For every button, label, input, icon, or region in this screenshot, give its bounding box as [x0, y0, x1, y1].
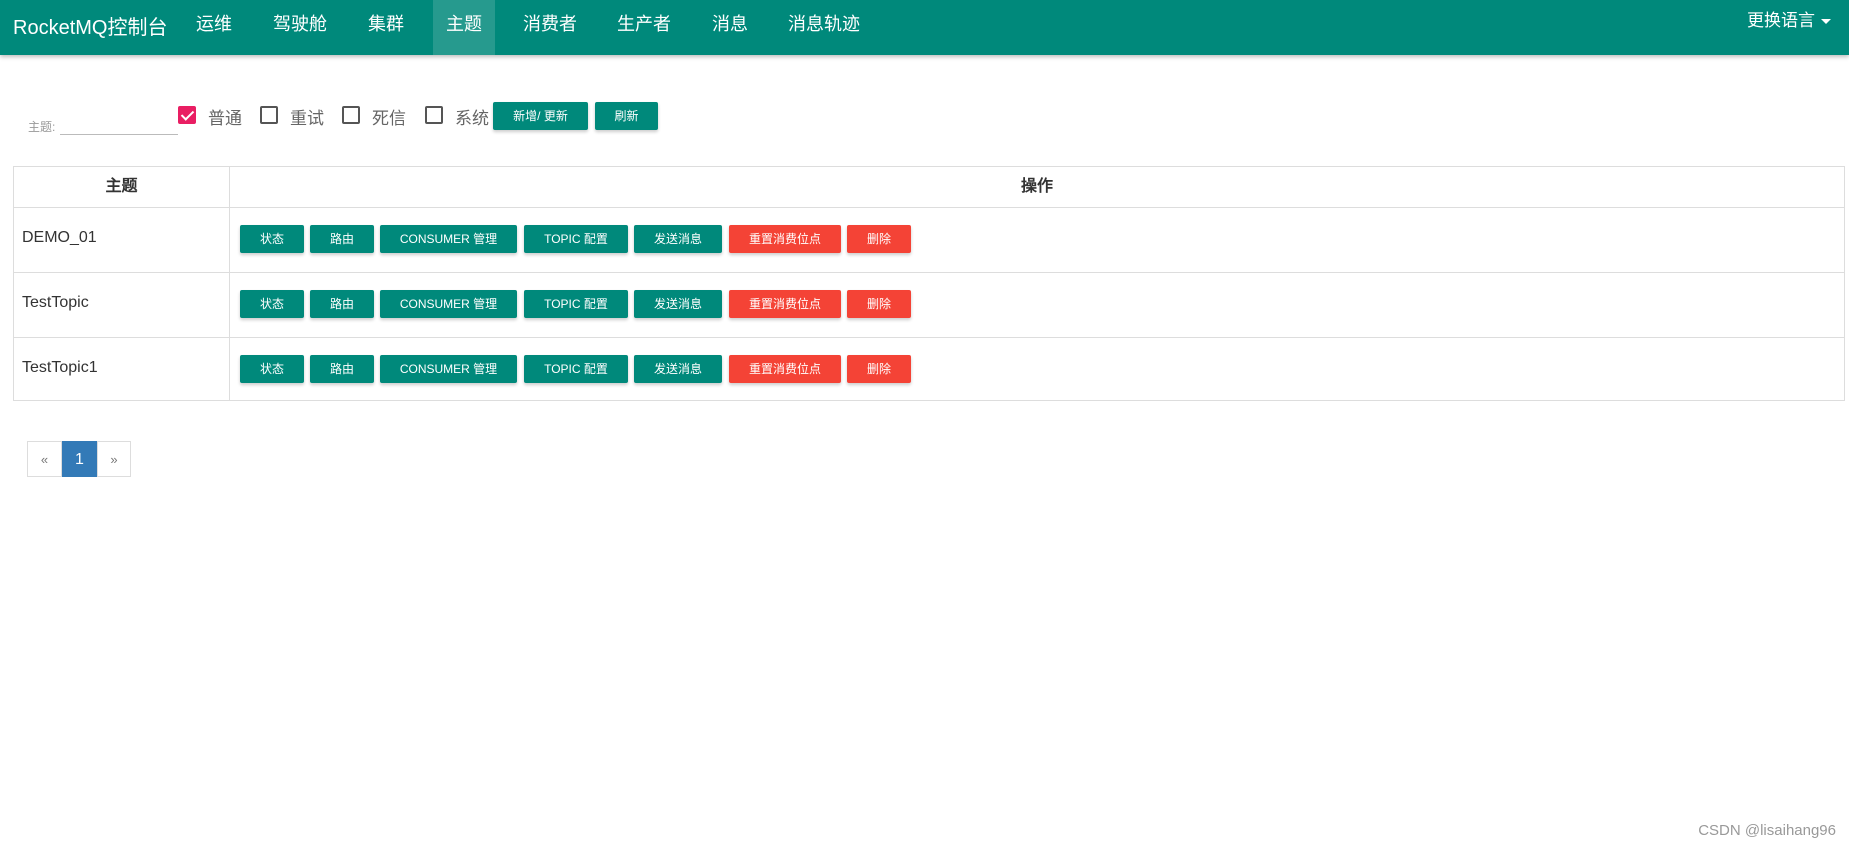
add-update-button[interactable]: 新增/ 更新 — [493, 102, 588, 130]
status-button[interactable]: 状态 — [240, 225, 304, 253]
send-message-button[interactable]: 发送消息 — [634, 290, 722, 318]
topic-config-button[interactable]: TOPIC 配置 — [524, 290, 628, 318]
reset-offset-button[interactable]: 重置消费位点 — [729, 355, 841, 383]
checkbox-dlq[interactable] — [342, 106, 360, 124]
send-message-button[interactable]: 发送消息 — [634, 225, 722, 253]
consumer-manage-button[interactable]: CONSUMER 管理 — [380, 225, 517, 253]
pagination-prev-button[interactable]: « — [27, 441, 62, 477]
topic-name: TestTopic — [22, 294, 89, 311]
reset-offset-button[interactable]: 重置消费位点 — [729, 290, 841, 318]
nav-item-ops[interactable]: 运维 — [183, 0, 245, 55]
route-button[interactable]: 路由 — [310, 290, 374, 318]
checkbox-system-label: 系统 — [455, 109, 489, 128]
table-row: DEMO_01 状态 路由 CONSUMER 管理 TOPIC 配置 发送消息 … — [14, 208, 1844, 272]
top-navbar: RocketMQ控制台 运维 驾驶舱 集群 主题 消费者 生产者 消息 消息轨迹… — [0, 0, 1849, 55]
nav-item-message[interactable]: 消息 — [699, 0, 761, 55]
nav-item-topic[interactable]: 主题 — [433, 0, 495, 55]
checkbox-normal[interactable] — [178, 106, 196, 124]
checkbox-retry-label: 重试 — [290, 109, 324, 128]
reset-offset-button[interactable]: 重置消费位点 — [729, 225, 841, 253]
status-button[interactable]: 状态 — [240, 355, 304, 383]
route-button[interactable]: 路由 — [310, 355, 374, 383]
nav-item-producer[interactable]: 生产者 — [609, 0, 679, 55]
send-message-button[interactable]: 发送消息 — [634, 355, 722, 383]
refresh-button[interactable]: 刷新 — [595, 102, 658, 130]
nav-item-dashboard[interactable]: 驾驶舱 — [265, 0, 335, 55]
status-button[interactable]: 状态 — [240, 290, 304, 318]
checkbox-normal-label: 普通 — [208, 109, 242, 128]
consumer-manage-button[interactable]: CONSUMER 管理 — [380, 290, 517, 318]
topic-search-input[interactable] — [60, 108, 178, 135]
delete-button[interactable]: 删除 — [847, 225, 911, 253]
delete-button[interactable]: 删除 — [847, 290, 911, 318]
checkbox-dlq-label: 死信 — [372, 109, 406, 128]
topic-config-button[interactable]: TOPIC 配置 — [524, 355, 628, 383]
checkbox-retry[interactable] — [260, 106, 278, 124]
table-row: TestTopic1 状态 路由 CONSUMER 管理 TOPIC 配置 发送… — [14, 338, 1844, 402]
chevron-down-icon — [1821, 19, 1831, 25]
watermark: CSDN @lisaihang96 — [1698, 822, 1836, 839]
topic-filter-bar: 主题: 普通 重试 死信 系统 新增/ 更新 刷新 — [28, 100, 1828, 140]
topic-name: TestTopic1 — [22, 359, 98, 376]
table-row: TestTopic 状态 路由 CONSUMER 管理 TOPIC 配置 发送消… — [14, 273, 1844, 337]
consumer-manage-button[interactable]: CONSUMER 管理 — [380, 355, 517, 383]
checkbox-system[interactable] — [425, 106, 443, 124]
column-header-topic: 主题 — [105, 178, 138, 195]
topic-config-button[interactable]: TOPIC 配置 — [524, 225, 628, 253]
topic-name: DEMO_01 — [22, 229, 97, 246]
nav-item-consumer[interactable]: 消费者 — [515, 0, 585, 55]
brand-title[interactable]: RocketMQ控制台 — [13, 11, 167, 40]
pagination-page-1[interactable]: 1 — [62, 441, 97, 477]
nav-item-message-trace[interactable]: 消息轨迹 — [781, 0, 867, 55]
column-header-actions: 操作 — [1020, 178, 1053, 195]
topic-field-label: 主题: — [28, 120, 56, 134]
delete-button[interactable]: 删除 — [847, 355, 911, 383]
pagination-next-button[interactable]: » — [97, 441, 131, 477]
route-button[interactable]: 路由 — [310, 225, 374, 253]
nav-item-cluster[interactable]: 集群 — [355, 0, 417, 55]
language-label: 更换语言 — [1747, 11, 1815, 30]
language-dropdown[interactable]: 更换语言 — [1747, 0, 1831, 46]
topic-table: 主题 操作 DEMO_01 状态 路由 CONSUMER 管理 TOPIC 配置… — [13, 166, 1845, 401]
